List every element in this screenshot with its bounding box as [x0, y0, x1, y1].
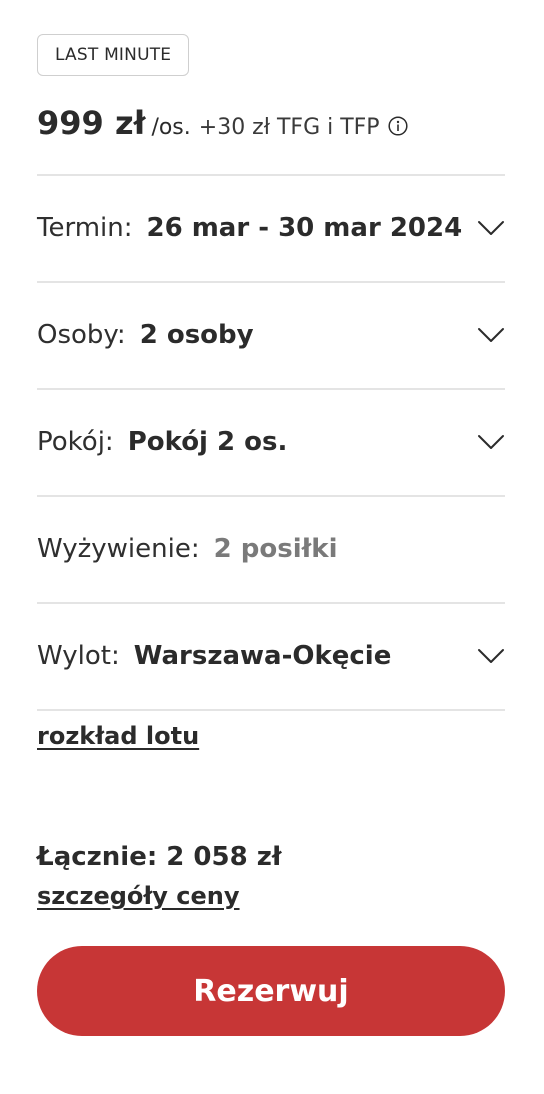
info-circle-icon[interactable]	[388, 116, 408, 136]
divider	[37, 709, 505, 711]
room-label: Pokój:	[37, 427, 114, 457]
persons-label: Osoby:	[37, 320, 126, 350]
reserve-button[interactable]: Rezerwuj	[37, 946, 505, 1036]
chevron-down-icon[interactable]	[477, 327, 505, 343]
price-per-person: /os.	[151, 115, 191, 140]
departure-label: Wylot:	[37, 641, 120, 671]
term-label: Termin:	[37, 213, 133, 243]
flight-schedule-link[interactable]: rozkład lotu	[37, 722, 199, 750]
departure-select[interactable]: Wylot: Warszawa-Okęcie	[37, 604, 505, 708]
board-label: Wyżywienie:	[37, 534, 200, 564]
board-row: Wyżywienie: 2 posiłki	[37, 497, 505, 601]
chevron-down-icon[interactable]	[477, 434, 505, 450]
term-select[interactable]: Termin: 26 mar - 30 mar 2024	[37, 176, 505, 280]
chevron-down-icon[interactable]	[477, 648, 505, 664]
room-value: Pokój 2 os.	[127, 427, 288, 457]
price-amount: 999 zł	[37, 104, 146, 142]
price-fees: +30 zł TFG i TFP	[198, 115, 380, 140]
price-details-link[interactable]: szczegóły ceny	[37, 882, 240, 910]
departure-value: Warszawa-Okęcie	[133, 641, 392, 671]
total-price: Łącznie: 2 058 zł	[37, 842, 282, 872]
term-value: 26 mar - 30 mar 2024	[146, 213, 463, 243]
board-value: 2 posiłki	[213, 534, 338, 564]
price-line: 999 zł /os. +30 zł TFG i TFP	[37, 104, 408, 142]
chevron-down-icon[interactable]	[477, 220, 505, 236]
persons-select[interactable]: Osoby: 2 osoby	[37, 283, 505, 387]
last-minute-badge: LAST MINUTE	[37, 34, 190, 76]
persons-value: 2 osoby	[139, 320, 254, 350]
room-select[interactable]: Pokój: Pokój 2 os.	[37, 390, 505, 494]
